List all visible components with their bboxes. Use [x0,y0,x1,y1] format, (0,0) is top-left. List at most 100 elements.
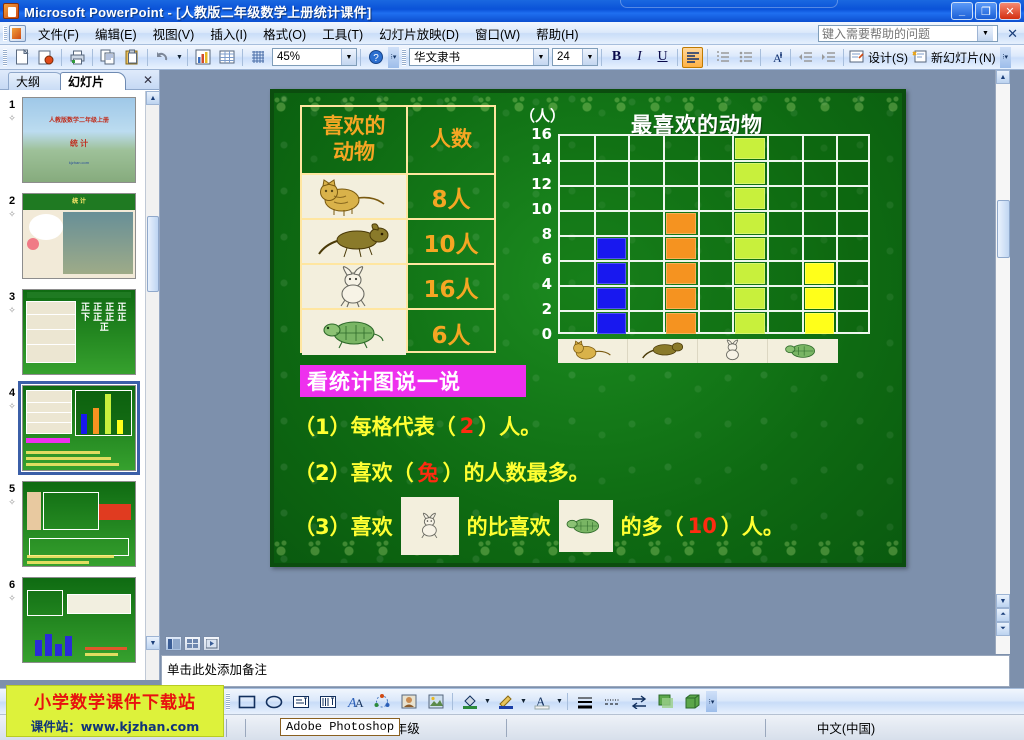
chevron-down-icon[interactable]: ▼ [977,26,993,41]
print-icon[interactable] [66,47,88,68]
line-style-icon[interactable] [572,691,597,713]
scrollbar-thumb[interactable] [147,216,159,292]
scroll-down-icon[interactable]: ▼ [146,636,160,650]
menu-item-view[interactable]: 视图(V) [145,21,203,46]
font-color-dropdown-icon[interactable]: ▼ [555,691,564,713]
shadow-icon[interactable] [653,691,678,713]
scroll-down-icon[interactable]: ▼ [996,594,1010,608]
numbered-list-button[interactable] [712,47,733,68]
fill-color-icon[interactable] [457,691,482,713]
font-name-combo[interactable]: 华文隶书 ▼ [409,48,549,66]
copy-icon[interactable] [97,47,119,68]
menu-item-slideshow[interactable]: 幻灯片放映(D) [371,21,467,46]
scrollbar-thumb[interactable] [997,200,1010,258]
list-item[interactable]: 6 ✧ [0,571,146,667]
list-item[interactable]: 2 ✧ 统 计 [0,187,146,283]
line-color-icon[interactable] [493,691,518,713]
font-color-icon[interactable]: A [529,691,554,713]
oval-icon[interactable] [261,691,286,713]
slide-thumbnail-2[interactable]: 统 计 [22,193,136,279]
slide-canvas[interactable]: 喜欢的 动物 人数 8人 10人 16人 6人 （人） 最喜欢的动物 16 14… [270,89,906,567]
list-item[interactable]: 4 ✧ [0,379,146,475]
diagram-icon[interactable] [369,691,394,713]
menu-item-help[interactable]: 帮助(H) [528,21,586,46]
next-slide-icon[interactable]: ⏷ [996,622,1010,636]
slide-sorter-view-button[interactable] [184,636,201,651]
menu-drag-grip[interactable] [3,25,7,41]
picture-icon[interactable] [423,691,448,713]
formatting-toolbar-grip[interactable] [402,48,406,66]
grid-icon[interactable] [247,47,269,68]
italic-button[interactable]: I [629,47,650,68]
new-slide-label[interactable]: 新幻灯片(N) [929,49,998,66]
slide-thumbnail-4[interactable] [18,381,140,475]
undo-icon[interactable] [152,47,174,68]
taskbar-item-photoshop[interactable]: Adobe Photoshop [280,718,401,736]
slide-thumbnail-1[interactable]: 人教版数学二年级上册 统 计 kjzhan.com [22,97,136,183]
wordart-icon[interactable]: AA [342,691,367,713]
slide-thumbnail-list[interactable]: 1 ✧ 人教版数学二年级上册 统 计 kjzhan.com 2 ✧ 统 计 3 … [0,91,146,680]
drawing-toolbar-grip[interactable] [226,693,230,710]
close-button[interactable]: ✕ [999,2,1021,20]
font-size-combo[interactable]: 24 ▼ [552,48,598,66]
new-slide-icon[interactable] [911,47,928,68]
slide-vertical-scrollbar[interactable]: ▲ ▼ ⏶ ⏷ [995,70,1010,654]
animal-count-table[interactable]: 喜欢的 动物 人数 8人 10人 16人 6人 [300,105,496,355]
slide-design-label[interactable]: 设计(S) [866,49,910,66]
bullet-list-button[interactable] [735,47,756,68]
menu-item-tools[interactable]: 工具(T) [314,21,371,46]
slide-thumbnail-5[interactable] [22,481,136,567]
zoom-combo[interactable]: 45% ▼ [272,48,357,66]
line-color-dropdown-icon[interactable]: ▼ [519,691,528,713]
standard-toolbar-grip[interactable] [3,48,7,66]
chevron-down-icon[interactable]: ▼ [533,49,548,65]
close-pane-icon[interactable]: ✕ [143,73,153,87]
increase-indent-button[interactable] [818,47,839,68]
help-icon[interactable]: ? [365,47,387,68]
paste-icon[interactable] [121,47,143,68]
align-left-button[interactable] [682,46,703,68]
undo-dropdown-icon[interactable]: ▼ [175,46,184,68]
textbox-icon[interactable] [288,691,313,713]
bold-button[interactable]: B [606,47,627,68]
list-item[interactable]: 3 ✧ 正 正 正 正下 正 正 正 正 [0,283,146,379]
ask-a-question-input[interactable] [819,26,977,41]
tab-outline[interactable]: 大纲 [8,72,64,90]
slide-show-view-button[interactable] [203,636,220,651]
normal-view-button[interactable] [165,636,182,651]
arrow-style-icon[interactable] [626,691,651,713]
thumbnail-scrollbar[interactable]: ▲ ▼ [145,91,160,680]
fill-color-dropdown-icon[interactable]: ▼ [483,691,492,713]
dash-style-icon[interactable] [599,691,624,713]
table-icon[interactable] [216,47,238,68]
standard-toolbar-overflow-icon[interactable]: ⁝▾ [388,46,399,68]
list-item[interactable]: 5 ✧ [0,475,146,571]
drawing-toolbar-overflow-icon[interactable]: ⁝▾ [706,691,717,712]
underline-button[interactable]: U [652,47,673,68]
slide-thumbnail-3[interactable]: 正 正 正 正下 正 正 正 正 [22,289,136,375]
menu-item-file[interactable]: 文件(F) [30,21,87,46]
scroll-up-icon[interactable]: ▲ [146,91,160,105]
restore-button[interactable]: ❐ [975,2,997,20]
menu-item-insert[interactable]: 插入(I) [202,21,255,46]
menu-item-edit[interactable]: 编辑(E) [87,21,145,46]
menu-item-format[interactable]: 格式(O) [255,21,314,46]
scroll-up-icon[interactable]: ▲ [996,70,1010,84]
slide-thumbnail-6[interactable] [22,577,136,663]
decrease-indent-button[interactable] [795,47,816,68]
close-document-icon[interactable]: ✕ [1007,26,1018,42]
chevron-down-icon[interactable]: ▼ [341,49,356,65]
previous-slide-icon[interactable]: ⏶ [996,608,1010,622]
slide-editing-area[interactable]: 喜欢的 动物 人数 8人 10人 16人 6人 （人） 最喜欢的动物 16 14… [161,70,1010,654]
bar-chart[interactable]: （人） 最喜欢的动物 16 14 12 10 8 6 4 2 0 [512,101,884,363]
view-buttons[interactable] [165,636,220,651]
tab-slides[interactable]: 幻灯片 [60,72,126,90]
chart-icon[interactable] [192,47,214,68]
minimize-button[interactable]: _ [951,2,973,20]
3d-icon[interactable] [680,691,705,713]
pink-heading-banner[interactable]: 看统计图说一说 [300,365,526,397]
notes-pane[interactable]: 单击此处添加备注 [161,655,1010,687]
formatting-toolbar-overflow-icon[interactable]: ⁝▾ [999,46,1011,68]
open-icon[interactable] [35,47,57,68]
ask-a-question-box[interactable]: ▼ [818,25,998,42]
